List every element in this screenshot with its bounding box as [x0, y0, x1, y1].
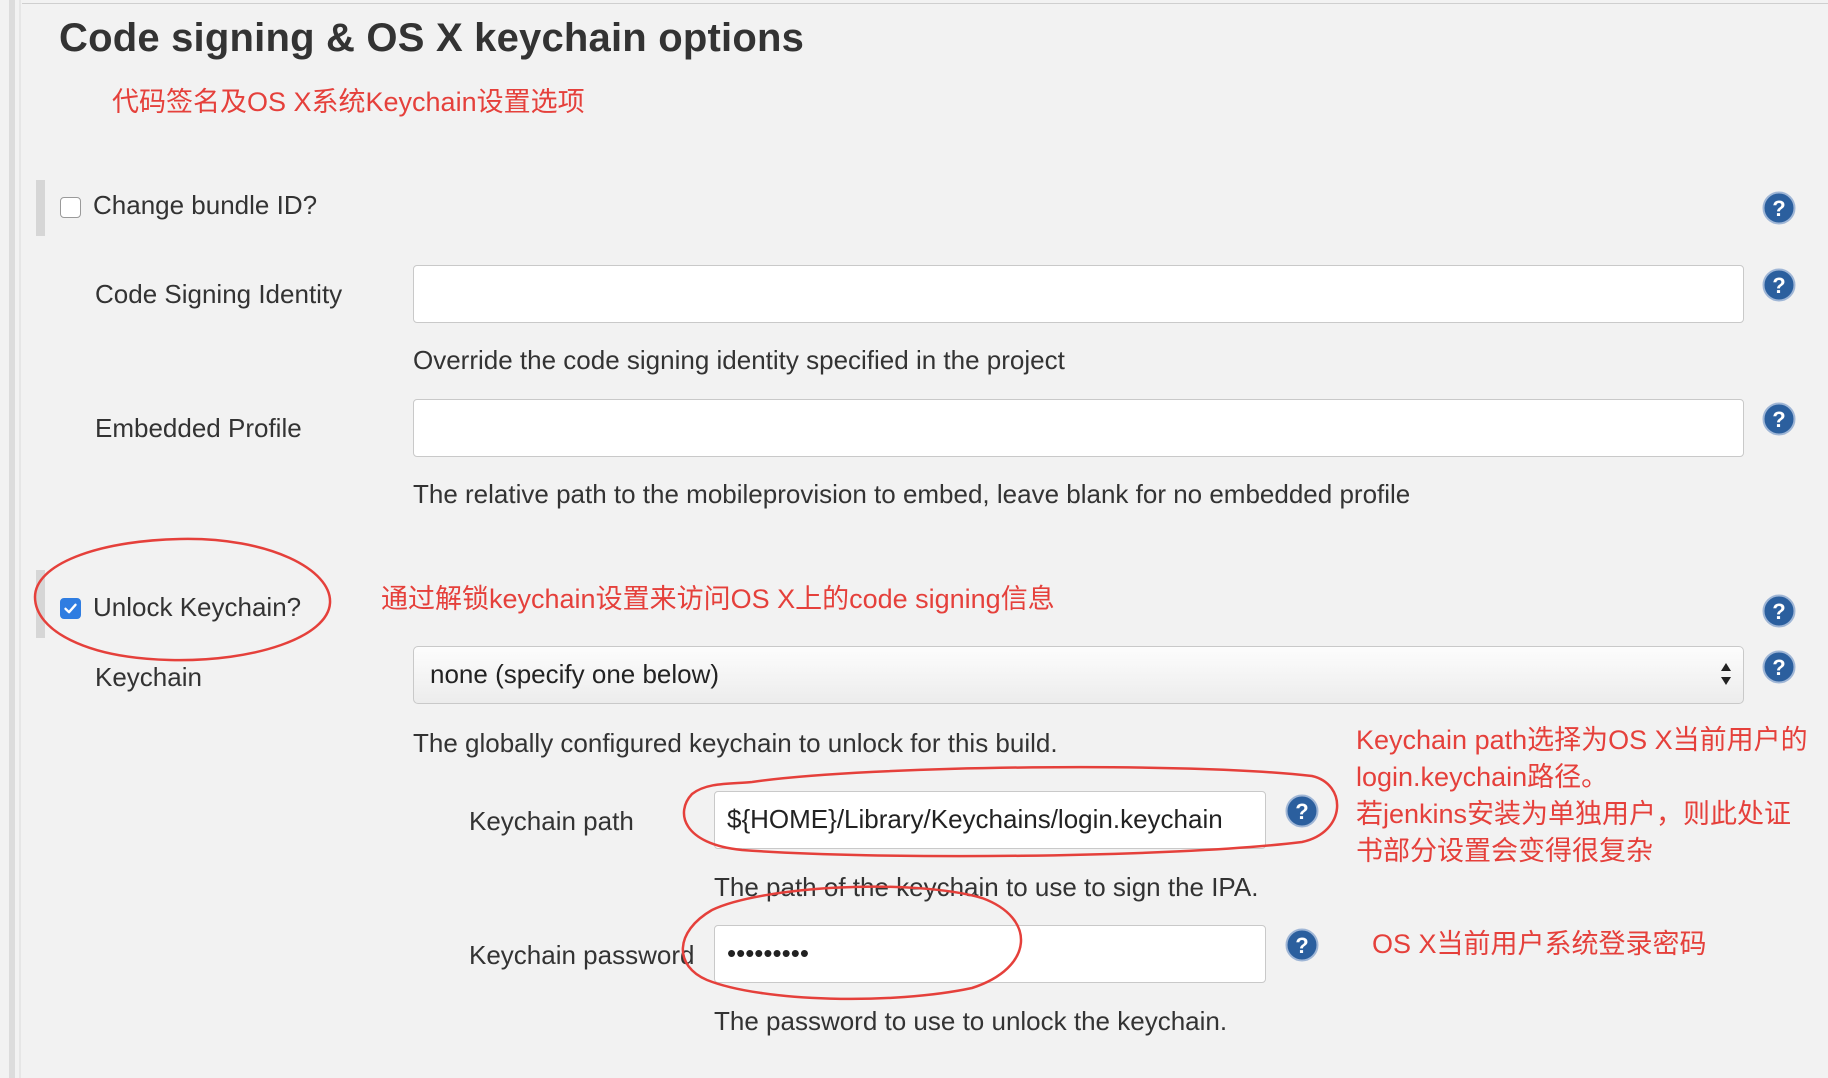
keychain-path-annotation-line: login.keychain路径。	[1356, 762, 1609, 792]
keychain-path-annotation-line: Keychain path选择为OS X当前用户的	[1356, 725, 1808, 755]
keychain-password-label: Keychain password	[469, 940, 695, 970]
embedded-profile-label: Embedded Profile	[95, 413, 302, 443]
help-icon[interactable]: ?	[1762, 268, 1796, 302]
svg-text:?: ?	[1295, 799, 1308, 824]
unlock-keychain-label: Unlock Keychain?	[93, 592, 302, 622]
code-signing-identity-description: Override the code signing identity speci…	[413, 345, 1065, 375]
top-divider	[22, 3, 1828, 4]
keychain-path-input[interactable]: ${HOME}/Library/Keychains/login.keychain	[714, 791, 1266, 849]
keychain-path-annotation-line: 书部分设置会变得很复杂	[1356, 836, 1653, 866]
help-icon[interactable]: ?	[1762, 402, 1796, 436]
section-bar-bundle	[36, 180, 45, 236]
keychain-path-annotation: Keychain path选择为OS X当前用户的 login.keychain…	[1356, 722, 1808, 870]
svg-text:?: ?	[1772, 599, 1785, 624]
keychain-path-annotation-line: 若jenkins安装为单独用户，则此处证	[1356, 799, 1792, 829]
checkmark-icon	[64, 603, 77, 614]
up-down-arrows-icon	[1721, 663, 1731, 685]
keychain-password-input[interactable]: •••••••••	[714, 925, 1266, 983]
keychain-path-description: The path of the keychain to use to sign …	[714, 872, 1259, 902]
embedded-profile-input[interactable]	[413, 399, 1744, 457]
unlock-keychain-checkbox[interactable]	[60, 598, 81, 619]
change-bundle-id-checkbox[interactable]	[60, 197, 81, 218]
keychain-path-label: Keychain path	[469, 806, 634, 836]
keychain-label: Keychain	[95, 662, 202, 692]
help-icon[interactable]: ?	[1285, 794, 1319, 828]
unlock-annotation: 通过解锁keychain设置来访问OS X上的code signing信息	[381, 584, 1055, 614]
help-icon[interactable]: ?	[1762, 191, 1796, 225]
svg-text:?: ?	[1772, 273, 1785, 298]
section-bar-unlock	[36, 570, 45, 638]
change-bundle-id-label: Change bundle ID?	[93, 190, 318, 220]
help-icon[interactable]: ?	[1762, 594, 1796, 628]
svg-text:?: ?	[1772, 655, 1785, 680]
help-icon[interactable]: ?	[1762, 650, 1796, 684]
left-border	[9, 0, 15, 1078]
help-icon[interactable]: ?	[1285, 928, 1319, 962]
section-annotation: 代码签名及OS X系统Keychain设置选项	[112, 87, 585, 117]
code-signing-identity-label: Code Signing Identity	[95, 279, 343, 309]
keychain-description: The globally configured keychain to unlo…	[413, 728, 1058, 758]
keychain-select[interactable]: none (specify one below)	[413, 646, 1744, 704]
keychain-password-annotation: OS X当前用户系统登录密码	[1372, 929, 1707, 959]
keychain-select-value: none (specify one below)	[430, 659, 720, 689]
code-signing-identity-input[interactable]	[413, 265, 1744, 323]
svg-text:?: ?	[1295, 933, 1308, 958]
svg-text:?: ?	[1772, 407, 1785, 432]
embedded-profile-description: The relative path to the mobileprovision…	[413, 479, 1411, 509]
svg-text:?: ?	[1772, 196, 1785, 221]
section-title: Code signing & OS X keychain options	[59, 16, 805, 60]
left-border-inner	[19, 0, 21, 1078]
keychain-password-description: The password to use to unlock the keycha…	[714, 1006, 1228, 1036]
